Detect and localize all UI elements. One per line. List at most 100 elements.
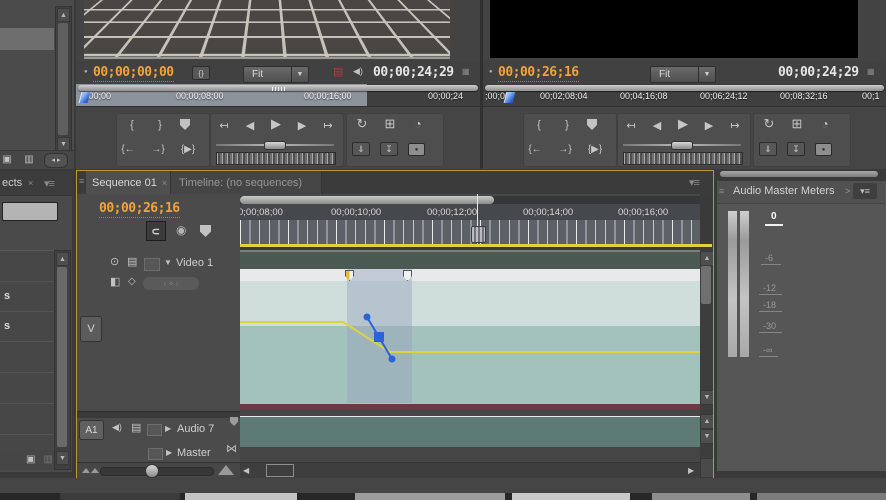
goto-out-point-icon[interactable]: ↦ — [723, 117, 747, 133]
audio-track-label[interactable]: Audio 7 — [177, 423, 214, 435]
shuttle-slider[interactable] — [216, 140, 334, 150]
safe-margins-button[interactable]: ⊞ — [785, 116, 809, 132]
list-item[interactable] — [0, 342, 54, 373]
track-sync-lock-icon[interactable]: ▤ — [131, 423, 141, 434]
source-current-timecode[interactable]: 00;00;00;00 — [93, 65, 174, 82]
effects-search-input[interactable] — [2, 202, 58, 221]
play-button[interactable]: ▶ — [264, 116, 288, 132]
scroll-up-icon[interactable]: ▲ — [57, 8, 70, 22]
safe-margins-button[interactable]: ⊞ — [378, 116, 402, 132]
expand-track-icon[interactable]: ▶ — [165, 425, 171, 433]
hscroll-thumb[interactable] — [266, 464, 294, 477]
play-in-out-button[interactable]: {▶} — [176, 141, 200, 157]
work-area-bar[interactable] — [240, 244, 712, 247]
trash-icon[interactable]: ▥ — [20, 155, 38, 165]
timeline-ruler[interactable]: 0;00;08;00 00;00;10;00 00;00;12;00 00;00… — [240, 194, 700, 244]
program-zoom-select[interactable]: Fit ▼ — [650, 66, 716, 83]
settings-grid-icon[interactable]: ▦ — [867, 68, 875, 76]
shuttle-slider[interactable] — [623, 140, 741, 150]
step-back-button[interactable]: ◀ — [645, 117, 669, 133]
goto-in-point-icon[interactable]: ↤ — [212, 117, 236, 133]
goto-in-button[interactable]: {← — [116, 141, 140, 157]
goto-in-point-icon[interactable]: ↤ — [619, 117, 643, 133]
playhead-marker[interactable] — [471, 226, 486, 243]
encore-chapter-marker-button[interactable]: ◉ — [176, 224, 186, 236]
panel-splitter-handle[interactable] — [720, 171, 878, 177]
new-custom-bin-icon[interactable]: ▣ — [26, 455, 35, 465]
scroll-up-icon[interactable]: ▲ — [56, 252, 69, 266]
set-out-button[interactable]: } — [555, 117, 579, 133]
goto-out-point-icon[interactable]: ↦ — [316, 117, 340, 133]
step-forward-button[interactable]: ▶ — [697, 117, 721, 133]
source-preview[interactable] — [84, 0, 450, 58]
program-mini-ruler[interactable]: ;00;00 00;02;08;04 00;04;16;08 00;06;24;… — [483, 84, 886, 106]
list-item[interactable] — [0, 404, 54, 435]
audio-scroll-up-icon[interactable]: ▲ — [700, 414, 714, 429]
tab-close-icon[interactable]: × — [28, 178, 33, 188]
zoom-slider-handle[interactable] — [145, 464, 159, 478]
scroll-down-icon[interactable]: ▼ — [57, 137, 70, 151]
tab-sequence-01[interactable]: Sequence 01 — [92, 177, 157, 189]
tab-timeline-no-sequences[interactable]: Timeline: (no sequences) — [179, 177, 302, 189]
timeline-timecode[interactable]: 00;00;26;16 — [99, 201, 180, 218]
extract-button[interactable]: ↧ — [787, 142, 805, 156]
audio-scroll-down-icon[interactable]: ▼ — [700, 429, 714, 444]
track-lock-toggle[interactable] — [144, 258, 160, 271]
panel-menu-icon[interactable]: ▾≡ — [853, 183, 877, 199]
overwrite-button[interactable]: ↧ — [380, 142, 398, 156]
speaker-icon[interactable]: ◀) — [112, 423, 122, 432]
insert-button[interactable]: ⇓ — [352, 142, 370, 156]
list-item[interactable]: s — [0, 282, 54, 312]
show-keyframes-icon[interactable]: ◇ — [128, 277, 136, 287]
source-playhead-icon[interactable] — [78, 92, 91, 103]
list-item[interactable]: s — [0, 312, 54, 342]
video-scroll-up-icon[interactable]: ▲ — [700, 251, 714, 266]
output-button[interactable]: ◔ — [813, 116, 837, 132]
jog-wheel[interactable] — [623, 152, 743, 165]
play-button[interactable]: ▶ — [671, 116, 695, 132]
nav-arrows-button[interactable]: ◂ ▸ — [44, 152, 68, 168]
video-track-label[interactable]: Video 1 — [176, 257, 213, 269]
speaker-icon[interactable]: ◀) — [353, 67, 363, 76]
output-button[interactable]: ◔ — [406, 116, 430, 132]
keyframe-nav-pill[interactable]: ‹ ⋄ › — [143, 277, 199, 290]
goto-in-button[interactable]: {← — [523, 141, 547, 157]
export-frame-camera-icon[interactable]: ● — [815, 143, 832, 156]
video-target-badge[interactable]: V — [80, 316, 102, 342]
zoom-out-button[interactable] — [82, 468, 99, 473]
list-item[interactable] — [0, 373, 54, 404]
zoom-scrollbar-thumb[interactable] — [240, 196, 494, 204]
hscroll-right-icon[interactable]: ▶ — [688, 467, 694, 475]
audio-clip[interactable] — [240, 417, 700, 447]
scrollbar-thumb[interactable] — [58, 23, 68, 135]
program-preview[interactable] — [490, 0, 858, 58]
set-out-button[interactable]: } — [148, 117, 172, 133]
shuttle-knob[interactable] — [671, 141, 693, 150]
set-in-button[interactable]: { — [527, 117, 551, 133]
master-lock-toggle[interactable] — [148, 448, 163, 460]
snap-toggle[interactable]: ∪ — [146, 221, 166, 241]
source-zoom-select[interactable]: Fit ▼ — [243, 66, 309, 83]
source-mini-ruler[interactable]: ;00;00 00;00;08;00 00;00;16;00 00;00;24 — [76, 84, 480, 106]
jog-wheel[interactable] — [216, 152, 336, 165]
timecode-toggle-icon[interactable]: {} — [192, 66, 210, 80]
video-scroll-thumb[interactable] — [701, 266, 711, 304]
bezier-handle-out[interactable] — [388, 355, 396, 363]
program-playhead-icon[interactable] — [503, 92, 516, 103]
scroll-down-icon[interactable]: ▼ — [56, 451, 69, 465]
lift-button[interactable]: ⇓ — [759, 142, 777, 156]
program-current-timecode[interactable]: 00;00;26;16 — [498, 65, 579, 82]
hscroll-left-icon[interactable]: ◀ — [243, 467, 249, 475]
track-sync-lock-icon[interactable]: ▤ — [127, 257, 137, 268]
project-selected-row[interactable] — [0, 28, 54, 50]
panel-menu-icon[interactable]: ▾≡ — [44, 177, 55, 190]
toggle-track-output-eye-icon[interactable]: ⊙ — [110, 257, 119, 268]
set-in-button[interactable]: { — [120, 117, 144, 133]
effects-scrollbar[interactable]: ▲ ▼ — [54, 250, 71, 470]
play-in-out-button[interactable]: {▶} — [583, 141, 607, 157]
audio-target-badge[interactable]: A1 — [79, 420, 104, 440]
step-forward-button[interactable]: ▶ — [290, 117, 314, 133]
delete-effect-icon[interactable]: ▥ — [43, 455, 52, 465]
tab-close-icon[interactable]: × — [162, 178, 167, 188]
video-scroll-down-icon[interactable]: ▼ — [700, 390, 714, 405]
